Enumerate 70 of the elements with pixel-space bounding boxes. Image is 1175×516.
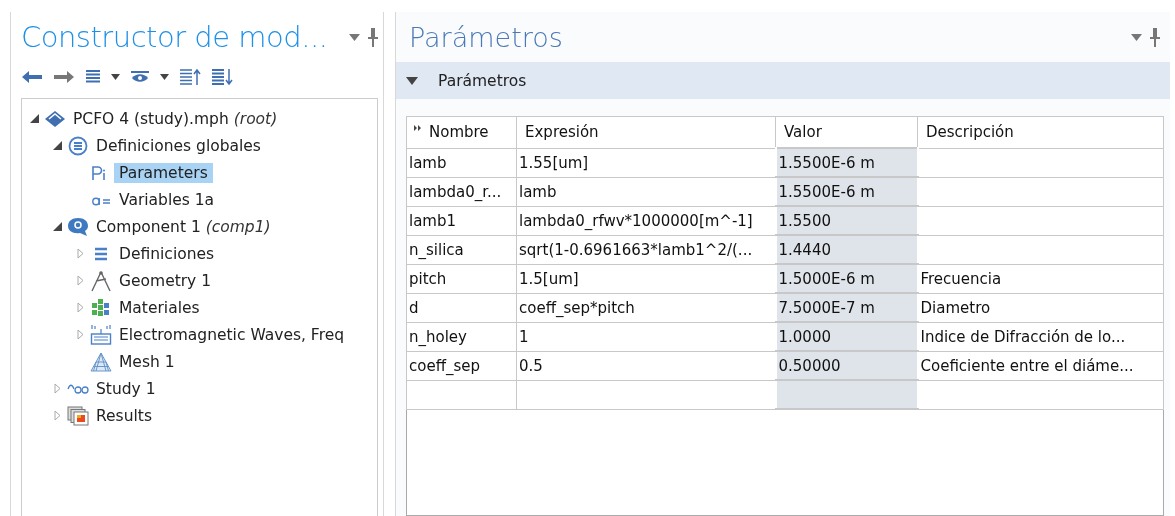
diamond-icon — [44, 109, 66, 128]
tree-item[interactable]: PCFO 4 (study).mph (root) — [68, 108, 283, 129]
section-title[interactable]: Parámetros — [438, 71, 527, 90]
expand-all-icon[interactable] — [211, 68, 233, 86]
expanded-arrow-icon[interactable] — [52, 222, 62, 231]
tree-item[interactable]: Study 1 — [91, 378, 161, 399]
list-circle-icon — [68, 135, 88, 156]
panel-title: Constructor de mod... — [21, 20, 329, 54]
table-cell: 1.5000E-6 m — [778, 269, 875, 288]
dropdown-icon[interactable] — [160, 74, 169, 80]
column-header[interactable]: Valor — [784, 123, 822, 141]
table-cell: d — [409, 298, 419, 317]
table-cell: 1.5500 — [778, 211, 831, 230]
table-cell: 1.0000 — [778, 327, 831, 346]
blocks-icon — [91, 297, 111, 318]
forward-arrow-icon[interactable] — [53, 70, 75, 84]
pin-icon[interactable] — [1150, 27, 1160, 47]
table-cell: lambda0_r... — [409, 182, 502, 201]
table-cell: n_holey — [409, 327, 467, 346]
tree-item[interactable]: Variables 1a — [114, 189, 220, 210]
table-cell: pitch — [409, 269, 447, 288]
mesh-triangle-icon — [90, 351, 112, 372]
table-cell: 1.55[um] — [519, 153, 589, 172]
tree-item[interactable]: Electromagnetic Waves, Freq — [114, 324, 350, 345]
table-cell: 1.5500E-6 m — [778, 153, 875, 172]
panel-title: Parámetros — [409, 21, 564, 53]
tree-item[interactable]: Component 1 (comp1) — [91, 216, 276, 237]
eye-icon[interactable] — [130, 70, 150, 84]
pin-icon[interactable] — [368, 27, 378, 47]
list-icon[interactable] — [85, 69, 101, 85]
tree-item[interactable]: Geometry 1 — [114, 270, 217, 291]
column-header[interactable]: Expresión — [525, 123, 599, 142]
table-cell: 1.4440 — [778, 240, 831, 259]
table-cell: 0.5 — [519, 356, 543, 375]
table-cell: Coeficiente entre el diáme... — [920, 356, 1134, 375]
expanded-arrow-icon[interactable] — [52, 141, 62, 150]
dropdown-icon[interactable] — [349, 33, 360, 41]
glasses-icon — [67, 382, 89, 395]
table-cell: n_silica — [409, 240, 464, 259]
tree-item[interactable]: Results — [91, 405, 157, 426]
compass-icon — [90, 269, 112, 292]
tree-item[interactable]: Mesh 1 — [114, 351, 180, 372]
antenna-device-icon — [90, 323, 112, 346]
table-cell: coeff_sep*pitch — [519, 298, 635, 317]
stacked-plots-icon — [67, 405, 89, 426]
collapse-all-icon[interactable] — [179, 68, 201, 86]
expanded-arrow-icon[interactable] — [406, 76, 418, 85]
table-cell: 0.50000 — [778, 356, 841, 375]
expanded-arrow-icon[interactable] — [29, 114, 39, 123]
dropdown-icon[interactable] — [111, 74, 120, 80]
table-cell: lamb1 — [409, 211, 457, 230]
table-cell: sqrt(1-0.6961663*lamb1^2/(... — [519, 240, 753, 259]
table-cell: 1.5500E-6 m — [778, 182, 875, 201]
back-arrow-icon[interactable] — [21, 70, 43, 84]
table-cell: Indice de Difracción de lo... — [920, 327, 1126, 346]
table-cell: lambda0_rfwv*1000000[m^-1] — [519, 211, 753, 230]
table-cell: coeff_sep — [409, 356, 481, 375]
table-cell: lamb — [519, 182, 557, 201]
dropdown-icon[interactable] — [1131, 33, 1142, 41]
table-cell: Diametro — [920, 298, 991, 317]
tree-item[interactable]: Definiciones globales — [91, 135, 266, 156]
tree-item[interactable]: Parameters — [114, 162, 213, 183]
tree-item[interactable]: Materiales — [114, 297, 205, 318]
table-cell: 1 — [519, 327, 529, 346]
table-cell: lamb — [409, 153, 447, 172]
component-icon — [67, 216, 89, 237]
table-cell: Frecuencia — [920, 269, 1002, 288]
table-cell: 7.5000E-7 m — [778, 298, 875, 317]
table-cell: 1.5[um] — [519, 269, 579, 288]
tree-item[interactable]: Definiciones — [114, 243, 220, 264]
